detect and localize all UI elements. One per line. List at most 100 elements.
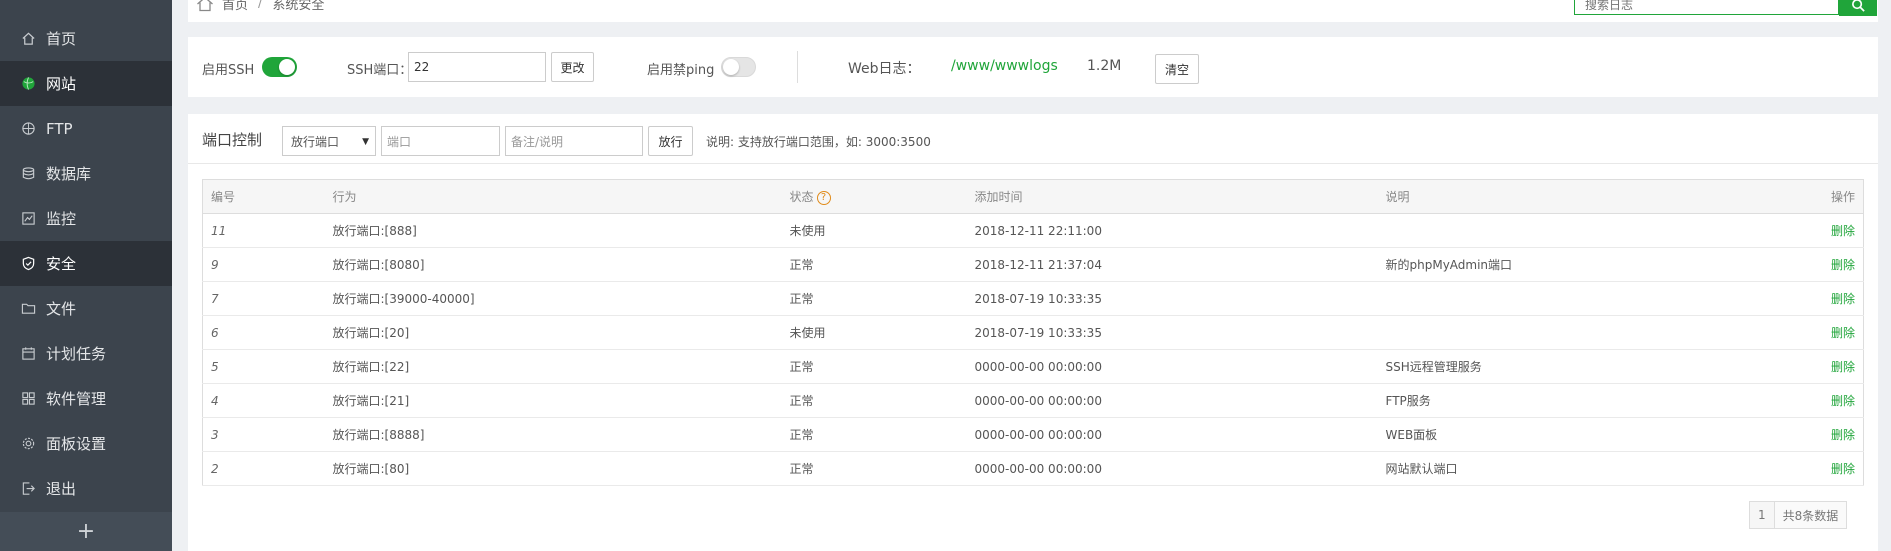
row-status: 正常 <box>781 383 967 418</box>
sidebar-item-label: 面板设置 <box>46 435 107 453</box>
total-count: 共8条数据 <box>1774 502 1847 528</box>
sidebar-add-button[interactable]: + <box>0 512 172 551</box>
row-note <box>1377 213 1758 248</box>
delete-button[interactable]: 删除 <box>1831 428 1855 442</box>
sidebar-item-home[interactable]: 首页 <box>0 16 172 61</box>
sidebar-item-label: 网站 <box>46 75 77 93</box>
home-icon <box>19 30 37 48</box>
col-status: 状态? <box>781 179 967 214</box>
clear-logs-button[interactable]: 清空 <box>1155 54 1199 84</box>
sidebar-item-software[interactable]: 软件管理 <box>0 376 172 421</box>
delete-button[interactable]: 删除 <box>1831 326 1855 340</box>
row-id: 11 <box>202 213 325 248</box>
row-note: SSH远程管理服务 <box>1377 349 1758 384</box>
row-op: 删除 <box>1757 315 1864 350</box>
ping-toggle-label: 启用禁ping <box>647 63 715 78</box>
port-control-title: 端口控制 <box>202 131 263 149</box>
ping-toggle[interactable] <box>721 57 756 77</box>
col-op: 操作 <box>1757 179 1864 214</box>
sidebar-item-label: 监控 <box>46 210 77 228</box>
table-row: 5 放行端口:[22] 正常 0000-00-00 00:00:00 SSH远程管理服务… <box>202 349 1864 384</box>
note-input-placeholder: 备注/说明 <box>511 134 564 149</box>
action-select[interactable]: 放行端口 ▼ <box>282 126 376 156</box>
ssh-settings-panel: 启用SSH SSH端口： 22 更改 启用禁ping Web日志： /www/w… <box>188 37 1878 97</box>
delete-button[interactable]: 删除 <box>1831 462 1855 476</box>
weblog-size: 1.2M <box>1087 58 1122 74</box>
note-input[interactable]: 备注/说明 <box>505 126 643 156</box>
sidebar-item-files[interactable]: 文件 <box>0 286 172 331</box>
col-time: 添加时间 <box>966 179 1378 214</box>
apps-icon <box>19 390 37 408</box>
table-header-row: 编号 行为 状态? 添加时间 说明 操作 <box>202 179 1864 214</box>
row-status: 正常 <box>781 247 967 282</box>
sidebar-item-monitor[interactable]: 监控 <box>0 196 172 241</box>
row-note <box>1377 281 1758 316</box>
row-time: 2018-07-19 10:33:35 <box>966 315 1378 350</box>
page-number[interactable]: 1 <box>1750 502 1775 528</box>
delete-button[interactable]: 删除 <box>1831 360 1855 374</box>
table-row: 3 放行端口:[8888] 正常 0000-00-00 00:00:00 WEB面板 删除 <box>202 417 1864 452</box>
row-op: 删除 <box>1757 349 1864 384</box>
ssh-toggle[interactable] <box>262 57 297 77</box>
sidebar-item-settings[interactable]: 面板设置 <box>0 421 172 466</box>
row-status: 正常 <box>781 349 967 384</box>
home-icon[interactable] <box>196 0 214 12</box>
row-time: 0000-00-00 00:00:00 <box>966 349 1378 384</box>
ssh-port-input[interactable]: 22 <box>408 52 546 82</box>
sidebar-item-security[interactable]: 安全 <box>0 241 172 286</box>
sidebar-item-label: FTP <box>46 119 73 138</box>
delete-button[interactable]: 删除 <box>1831 258 1855 272</box>
weblog-label: Web日志： <box>848 61 921 77</box>
row-op: 删除 <box>1757 281 1864 316</box>
change-port-button[interactable]: 更改 <box>551 52 594 82</box>
table-row: 4 放行端口:[21] 正常 0000-00-00 00:00:00 FTP服务 删除 <box>202 383 1864 418</box>
sidebar-item-label: 首页 <box>46 30 77 48</box>
shield-icon <box>19 255 37 273</box>
delete-button[interactable]: 删除 <box>1831 224 1855 238</box>
breadcrumb-home[interactable]: 首页 <box>222 0 248 13</box>
row-time: 0000-00-00 00:00:00 <box>966 451 1378 486</box>
search-input[interactable] <box>1575 0 1815 14</box>
caret-down-icon: ▼ <box>362 137 369 147</box>
port-input[interactable]: 端口 <box>381 126 500 156</box>
delete-button[interactable]: 删除 <box>1831 394 1855 408</box>
help-icon[interactable]: ? <box>816 190 831 205</box>
row-note <box>1377 315 1758 350</box>
table-row: 9 放行端口:[8080] 正常 2018-12-11 21:37:04 新的phpMy… <box>202 247 1864 282</box>
sidebar-item-logout[interactable]: 退出 <box>0 466 172 511</box>
row-status: 正常 <box>781 281 967 316</box>
ssh-toggle-label: 启用SSH <box>202 63 255 78</box>
sidebar-item-database[interactable]: 数据库 <box>0 151 172 196</box>
search-button[interactable] <box>1839 0 1877 16</box>
port-input-placeholder: 端口 <box>387 134 412 149</box>
row-id: 6 <box>202 315 325 350</box>
sidebar-item-cron[interactable]: 计划任务 <box>0 331 172 376</box>
sidebar-item-label: 软件管理 <box>46 390 107 408</box>
sidebar-item-website[interactable]: 网站 <box>0 61 172 106</box>
pagination: 1 共8条数据 <box>1749 501 1848 529</box>
sidebar: 首页 网站 FTP 数据库 监控 安全 文件 计划任务 软件管理 面板设置 退出… <box>0 0 172 551</box>
row-action: 放行端口:[22] <box>324 349 782 384</box>
breadcrumb-separator: / <box>258 0 263 11</box>
row-status: 未使用 <box>781 315 967 350</box>
logout-icon <box>19 480 37 498</box>
port-table: 编号 行为 状态? 添加时间 说明 操作 11 放行端口:[888] 未使用 2018… <box>202 179 1864 486</box>
table-row: 11 放行端口:[888] 未使用 2018-12-11 22:11:00 删除 <box>202 213 1864 248</box>
delete-button[interactable]: 删除 <box>1831 292 1855 306</box>
row-action: 放行端口:[888] <box>324 213 782 248</box>
breadcrumb-current: 系统安全 <box>272 0 325 13</box>
search-icon <box>1851 0 1865 12</box>
row-note: WEB面板 <box>1377 417 1758 452</box>
row-action: 放行端口:[20] <box>324 315 782 350</box>
port-toolbar: 端口控制 放行端口 ▼ 端口 备注/说明 放行 说明: 支持放行端口范围，如: … <box>188 114 1878 164</box>
weblog-path-link[interactable]: /www/wwwlogs <box>951 58 1058 74</box>
row-status: 未使用 <box>781 213 967 248</box>
row-id: 5 <box>202 349 325 384</box>
sidebar-item-ftp[interactable]: FTP <box>0 106 172 151</box>
row-time: 2018-07-19 10:33:35 <box>966 281 1378 316</box>
row-op: 删除 <box>1757 451 1864 486</box>
monitor-icon <box>19 210 37 228</box>
sidebar-item-label: 文件 <box>46 300 77 318</box>
allow-port-button[interactable]: 放行 <box>648 126 693 156</box>
sidebar-item-label: 计划任务 <box>46 345 107 363</box>
